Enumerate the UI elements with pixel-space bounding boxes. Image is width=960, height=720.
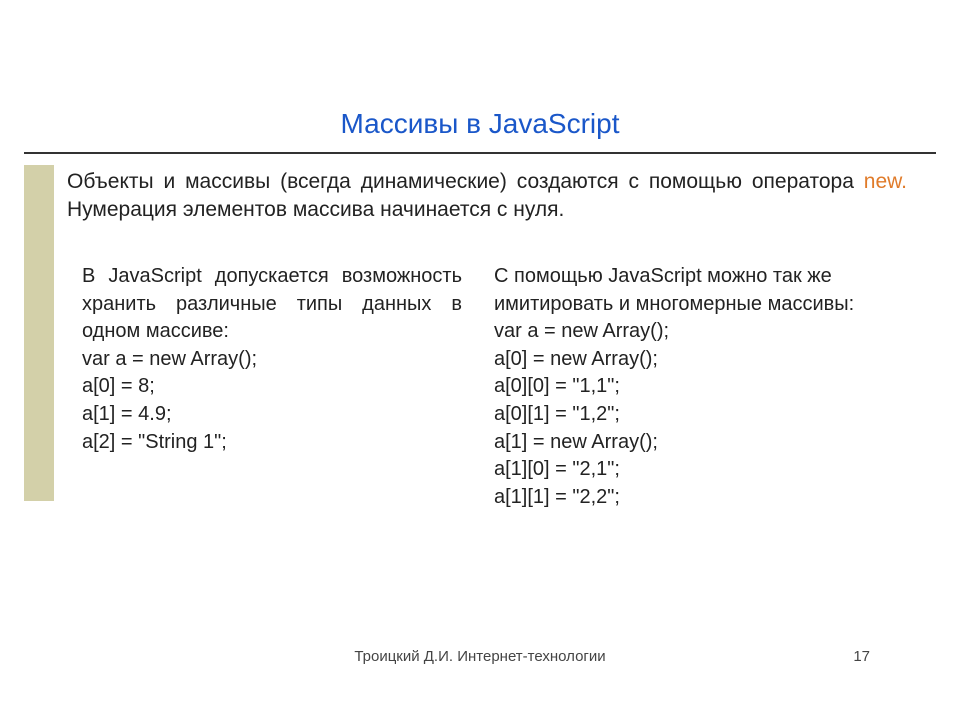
right-column: С помощью JavaScript можно так же имитир… — [494, 263, 894, 511]
intro-text-1: Объекты и массивы (всегда динамические) … — [67, 170, 864, 193]
keyword-new: new. — [864, 170, 907, 193]
intro-paragraph: Объекты и массивы (всегда динамические) … — [67, 168, 907, 225]
left-code-block: var a = new Array(); a[0] = 8; a[1] = 4.… — [82, 346, 462, 456]
title-divider — [24, 152, 936, 154]
side-accent-bar — [24, 165, 54, 501]
intro-text-2: Нумерация элементов массива начинается с… — [67, 198, 564, 221]
columns: В JavaScript допускается возможность хра… — [82, 263, 907, 511]
right-code-block: var a = new Array(); a[0] = new Array();… — [494, 318, 894, 511]
slide: Массивы в JavaScript Объекты и массивы (… — [0, 0, 960, 720]
left-column: В JavaScript допускается возможность хра… — [82, 263, 462, 511]
footer-author: Троицкий Д.И. Интернет-технологии — [0, 648, 960, 665]
footer-page-number: 17 — [853, 648, 870, 665]
left-column-text: В JavaScript допускается возможность хра… — [82, 263, 462, 346]
slide-title: Массивы в JavaScript — [0, 108, 960, 140]
right-column-text: С помощью JavaScript можно так же имитир… — [494, 263, 894, 318]
